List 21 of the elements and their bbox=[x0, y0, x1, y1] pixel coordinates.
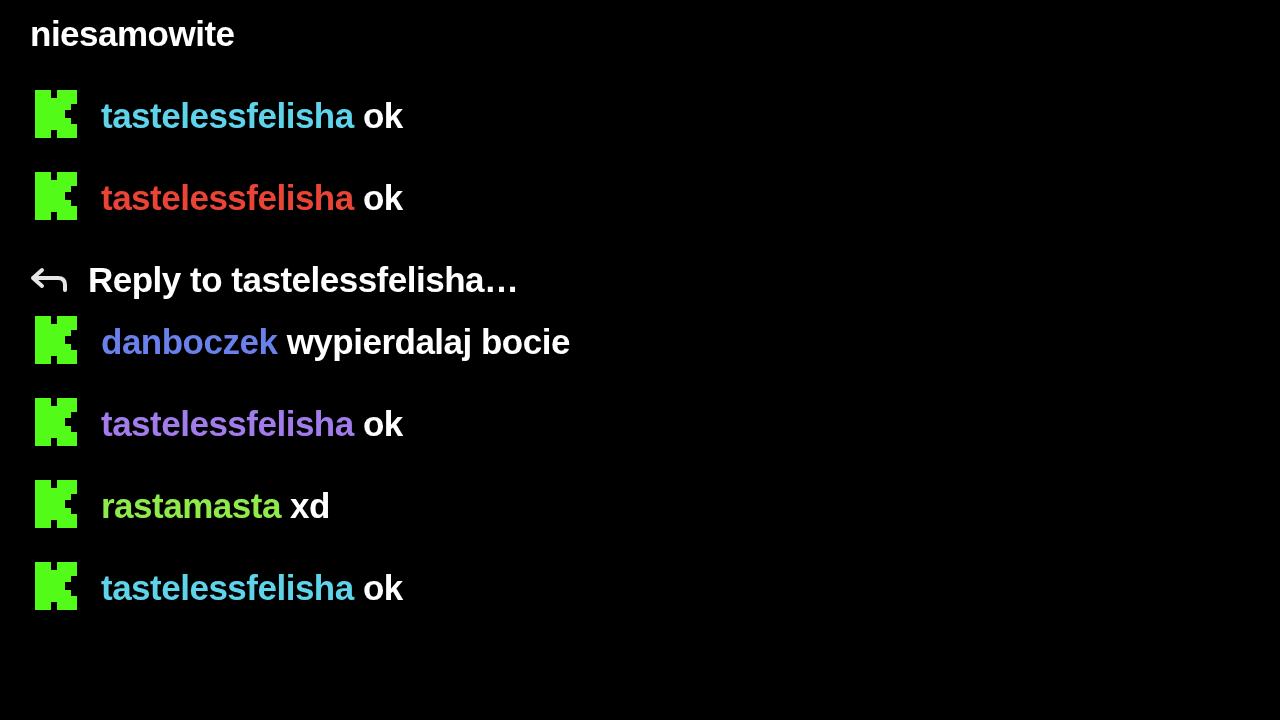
username: tastelessfelisha bbox=[101, 178, 354, 217]
message-text: ok bbox=[362, 96, 403, 135]
kick-logo-icon bbox=[35, 480, 79, 528]
username: danboczek bbox=[101, 322, 278, 361]
kick-logo-icon bbox=[35, 398, 79, 446]
reply-label: Reply to tastelessfelisha… bbox=[88, 259, 519, 301]
kick-logo-icon bbox=[35, 90, 79, 138]
username: tastelessfelisha bbox=[101, 404, 354, 443]
kick-logo-icon bbox=[35, 316, 79, 364]
reply-arrow-icon bbox=[30, 266, 68, 293]
username: rastamasta bbox=[101, 486, 281, 525]
username: tastelessfelisha bbox=[101, 96, 354, 135]
kick-logo-icon bbox=[35, 172, 79, 220]
username: tastelessfelisha bbox=[101, 568, 354, 607]
message-text: xd bbox=[290, 486, 330, 525]
message-text: ok bbox=[362, 404, 403, 443]
message-text: niesamowite bbox=[30, 13, 236, 55]
message-text: ok bbox=[362, 178, 403, 217]
message-text: ok bbox=[362, 568, 403, 607]
message-text: wypierdalaj bocie bbox=[286, 322, 570, 361]
kick-logo-icon bbox=[35, 562, 79, 610]
